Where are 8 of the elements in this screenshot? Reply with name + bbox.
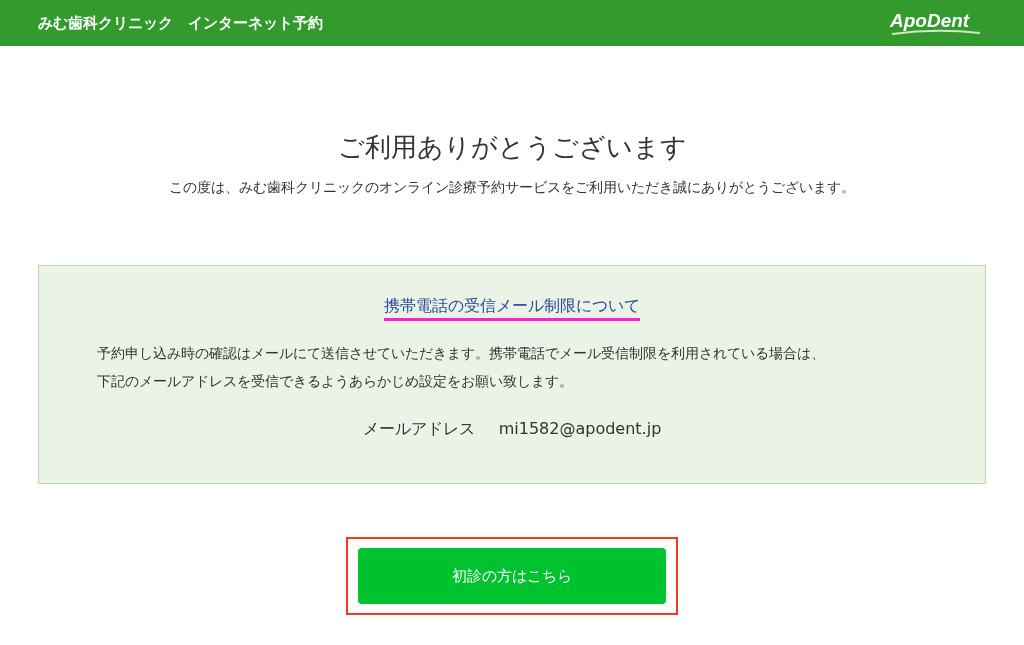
intro-text: この度は、みむ歯科クリニックのオンライン診療予約サービスをご利用いただき誠にありがとうございます。	[169, 179, 855, 197]
brand-logo: ApoDent	[888, 10, 984, 36]
page-heading: ご利用ありがとうございます	[337, 131, 687, 164]
notice-text: 予約申し込み時の確認はメールにて送信させていただきます。携帯電話でメール受信制限を利用されている場合は、 下記のメールアドレスを受信できるようあらかじめ設定をお願い致します。	[97, 344, 826, 391]
email-label: メールアドレス	[362, 419, 475, 440]
header-title: みむ歯科クリニック インターネット予約	[38, 13, 323, 33]
email-address: mi1582@apodent.jp	[498, 419, 662, 440]
notice-link[interactable]: 携帯電話の受信メール制限について	[384, 296, 640, 321]
